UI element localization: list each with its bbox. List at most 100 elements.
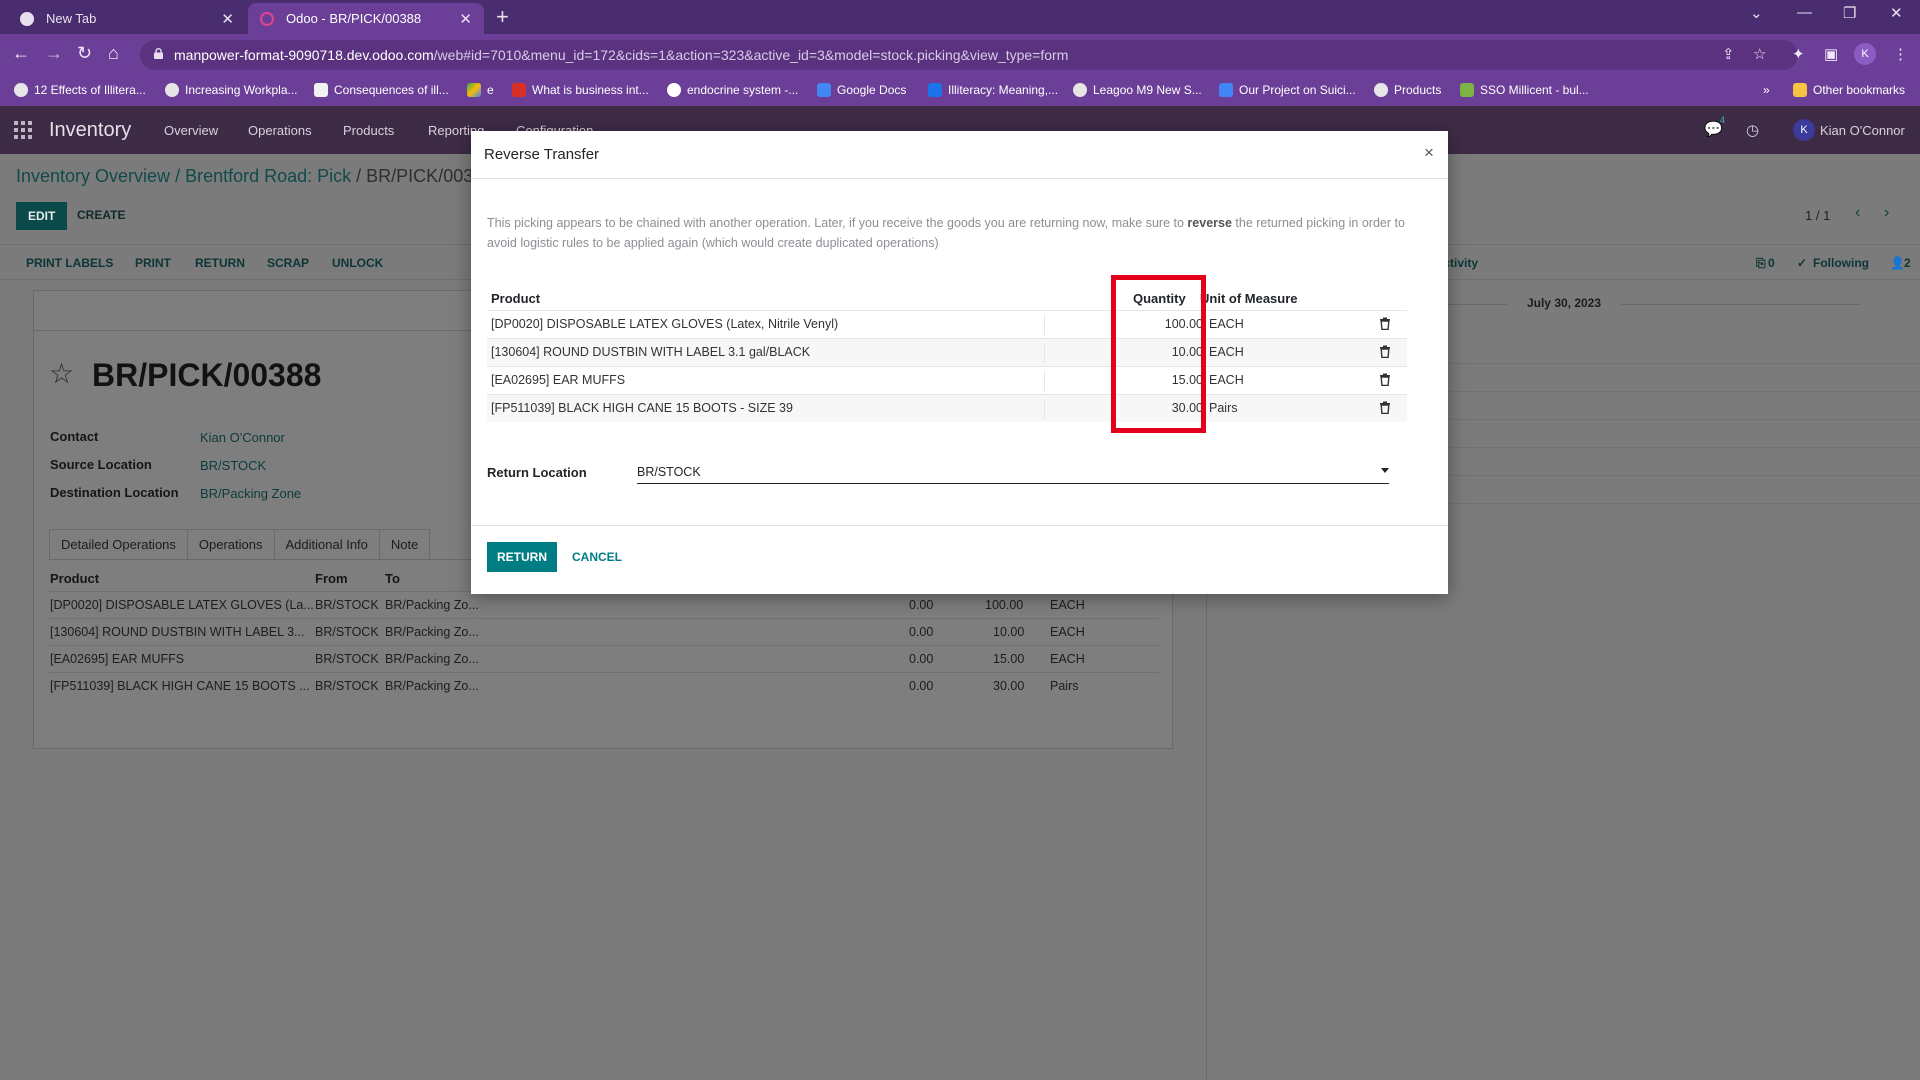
trash-icon[interactable]: [1379, 401, 1391, 414]
source-location-value[interactable]: BR/STOCK: [200, 458, 266, 473]
return-line[interactable]: [EA02695] EAR MUFFS 15.00 EACH: [487, 366, 1407, 394]
quantity-column-highlight: [1111, 275, 1206, 433]
restore-icon[interactable]: ❐: [1843, 4, 1856, 22]
tab-search-icon[interactable]: ⌄: [1750, 4, 1763, 22]
followers-icon[interactable]: 👤: [1890, 256, 1905, 270]
following-button[interactable]: Following: [1813, 256, 1869, 270]
bookmark-item[interactable]: Google Docs: [817, 83, 906, 97]
tab-detailed-operations[interactable]: Detailed Operations: [49, 529, 188, 559]
breadcrumb-inventory-overview[interactable]: Inventory Overview: [16, 166, 170, 186]
url-input[interactable]: manpower-format-9090718.dev.odoo.com/web…: [140, 40, 1798, 70]
pager-value[interactable]: 1 / 1: [1805, 208, 1830, 223]
back-icon[interactable]: ←: [12, 43, 30, 64]
table-row[interactable]: [DP0020] DISPOSABLE LATEX GLOVES (La... …: [49, 591, 1159, 618]
user-name[interactable]: Kian O'Connor: [1820, 123, 1905, 138]
return-location-select[interactable]: BR/STOCK: [637, 463, 1389, 484]
close-dialog-icon[interactable]: ×: [1424, 143, 1434, 163]
column-header-product: Product: [491, 291, 541, 306]
menu-products[interactable]: Products: [343, 123, 394, 138]
reload-icon[interactable]: ↻: [77, 43, 92, 64]
return-button[interactable]: RETURN: [487, 542, 557, 572]
bookmark-item[interactable]: Our Project on Suici...: [1219, 83, 1356, 97]
close-tab-icon[interactable]: ✕: [221, 10, 234, 28]
share-icon[interactable]: ⇪: [1722, 45, 1735, 63]
contact-value[interactable]: Kian O'Connor: [200, 430, 285, 445]
bookmark-label: e: [487, 83, 494, 97]
close-window-icon[interactable]: ✕: [1890, 4, 1903, 22]
bookmark-item[interactable]: Leagoo M9 New S...: [1073, 83, 1202, 97]
bookmark-item[interactable]: Increasing Workpla...: [165, 83, 298, 97]
table-row[interactable]: [EA02695] EAR MUFFS BR/STOCK BR/Packing …: [49, 645, 1159, 672]
trash-icon[interactable]: [1379, 373, 1391, 386]
close-tab-icon[interactable]: ✕: [459, 10, 472, 28]
bookmark-item[interactable]: Consequences of ill...: [314, 83, 449, 97]
pager-previous-icon[interactable]: ‹: [1855, 204, 1860, 222]
table-row[interactable]: [FP511039] BLACK HIGH CANE 15 BOOTS ... …: [49, 672, 1159, 699]
dialog-footer: RETURN CANCEL: [471, 525, 1448, 594]
forward-icon[interactable]: →: [45, 43, 63, 64]
side-panel-icon[interactable]: ▣: [1824, 45, 1838, 63]
trash-icon[interactable]: [1379, 317, 1391, 330]
other-bookmarks[interactable]: Other bookmarks: [1793, 83, 1905, 97]
return-line-product[interactable]: [EA02695] EAR MUFFS: [491, 373, 625, 387]
bookmark-item[interactable]: Products: [1374, 83, 1441, 97]
return-line-product[interactable]: [DP0020] DISPOSABLE LATEX GLOVES (Latex,…: [491, 317, 838, 331]
return-line[interactable]: [130604] ROUND DUSTBIN WITH LABEL 3.1 ga…: [487, 338, 1407, 366]
menu-operations[interactable]: Operations: [248, 123, 312, 138]
odoo-favicon-icon: [260, 11, 274, 26]
user-avatar[interactable]: K: [1793, 119, 1815, 141]
bookmark-item[interactable]: What is business int...: [512, 83, 649, 97]
scrap-button[interactable]: SCRAP: [267, 256, 309, 270]
create-button[interactable]: CREATE: [77, 208, 125, 222]
tab-additional-info[interactable]: Additional Info: [273, 529, 380, 559]
check-icon: ✓: [1797, 256, 1808, 270]
activity-clock-icon[interactable]: ◷: [1746, 121, 1759, 139]
column-header-product[interactable]: Product: [50, 571, 99, 586]
pager-next-icon[interactable]: ›: [1884, 204, 1889, 222]
column-header-from[interactable]: From: [315, 571, 348, 586]
column-header-unit-of-measure: Unit of Measure: [1200, 291, 1298, 306]
bookmark-label: Our Project on Suici...: [1239, 83, 1356, 97]
tab-note[interactable]: Note: [378, 529, 431, 559]
more-menu-icon[interactable]: ⋮: [1893, 45, 1908, 63]
print-labels-button[interactable]: PRINT LABELS: [26, 256, 113, 270]
minimize-icon[interactable]: —: [1797, 4, 1812, 21]
print-button[interactable]: PRINT: [135, 256, 171, 270]
bookmark-star-icon[interactable]: ☆: [1753, 45, 1766, 63]
profile-avatar[interactable]: K: [1854, 43, 1876, 65]
bookmark-item[interactable]: endocrine system -...: [667, 83, 798, 97]
return-line-product[interactable]: [FP511039] BLACK HIGH CANE 15 BOOTS - SI…: [491, 401, 793, 415]
return-button[interactable]: RETURN: [195, 256, 245, 270]
paperclip-icon[interactable]: ⎘: [1756, 256, 1766, 271]
cell-uom: Pairs: [1050, 679, 1079, 693]
app-name[interactable]: Inventory: [49, 119, 131, 142]
table-row[interactable]: [130604] ROUND DUSTBIN WITH LABEL 3... B…: [49, 618, 1159, 645]
return-line[interactable]: [DP0020] DISPOSABLE LATEX GLOVES (Latex,…: [487, 310, 1407, 338]
bookmark-label: Google Docs: [837, 83, 907, 97]
edit-button[interactable]: EDIT: [16, 202, 68, 230]
return-line[interactable]: [FP511039] BLACK HIGH CANE 15 BOOTS - SI…: [487, 394, 1407, 422]
bookmark-item[interactable]: SSO Millicent - bul...: [1460, 83, 1589, 97]
bookmark-label: SSO Millicent - bul...: [1480, 83, 1589, 97]
cancel-button[interactable]: CANCEL: [572, 550, 622, 564]
new-tab-icon[interactable]: +: [496, 4, 509, 30]
destination-location-value[interactable]: BR/Packing Zone: [200, 486, 301, 501]
apps-menu-icon[interactable]: [14, 121, 32, 139]
bookmark-item[interactable]: Illiteracy: Meaning,...: [928, 83, 1058, 97]
divider: [1044, 371, 1045, 391]
bookmark-item[interactable]: e: [467, 83, 494, 97]
home-icon[interactable]: ⌂: [108, 43, 119, 64]
star-icon[interactable]: ☆: [49, 357, 74, 390]
bookmark-item[interactable]: 12 Effects of Illitera...: [14, 83, 146, 97]
menu-overview[interactable]: Overview: [164, 123, 218, 138]
column-header-to[interactable]: To: [385, 571, 400, 586]
breadcrumb-pick[interactable]: Brentford Road: Pick: [185, 166, 351, 186]
return-line-product[interactable]: [130604] ROUND DUSTBIN WITH LABEL 3.1 ga…: [491, 345, 810, 359]
browser-tab-new-tab[interactable]: New Tab ✕: [8, 3, 246, 34]
browser-tab-odoo[interactable]: Odoo - BR/PICK/00388 ✕: [248, 3, 484, 34]
unlock-button[interactable]: UNLOCK: [332, 256, 383, 270]
tab-operations[interactable]: Operations: [186, 529, 275, 559]
bookmarks-overflow-icon[interactable]: »: [1763, 83, 1770, 97]
extensions-icon[interactable]: ✦: [1792, 45, 1805, 63]
trash-icon[interactable]: [1379, 345, 1391, 358]
